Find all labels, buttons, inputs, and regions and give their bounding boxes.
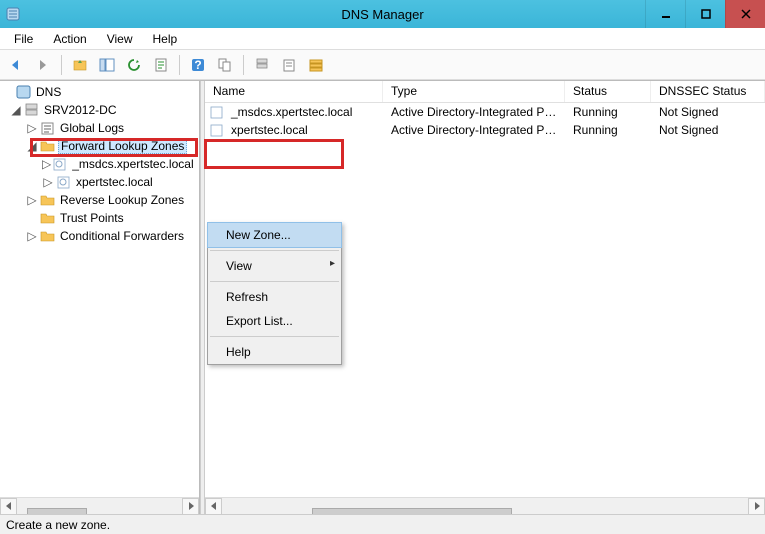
refresh-button[interactable]	[122, 53, 146, 77]
tree-label: Trust Points	[58, 211, 126, 225]
context-new-zone[interactable]: New Zone...	[207, 222, 342, 248]
toolbar: ?	[0, 50, 765, 80]
tree-label: DNS	[34, 85, 63, 99]
cell-name: xpertstec.local	[223, 122, 383, 138]
tree-conditional-forwarders[interactable]: ▷ Conditional Forwarders	[0, 227, 199, 245]
svg-text:?: ?	[194, 58, 201, 72]
cell-dnssec: Not Signed	[651, 122, 765, 138]
tree-server[interactable]: ◢ SRV2012-DC	[0, 101, 199, 119]
cell-status: Running	[565, 104, 651, 120]
cell-dnssec: Not Signed	[651, 104, 765, 120]
scroll-right-icon[interactable]	[748, 498, 765, 515]
tree-forward-lookup[interactable]: ◢ Forward Lookup Zones	[0, 137, 199, 155]
folder-icon	[39, 193, 55, 208]
context-export[interactable]: Export List...	[208, 309, 341, 333]
zone-icon	[55, 175, 71, 190]
toolbar-separator	[179, 55, 180, 75]
expand-icon[interactable]: ◢	[10, 103, 22, 117]
back-button[interactable]	[4, 53, 28, 77]
list-header: Name Type Status DNSSEC Status	[205, 81, 765, 103]
toolbar-separator	[243, 55, 244, 75]
titlebar: DNS Manager	[0, 0, 765, 28]
forward-button[interactable]	[31, 53, 55, 77]
expand-icon[interactable]: ▷	[42, 157, 51, 171]
context-separator	[210, 281, 339, 282]
collapse-icon[interactable]: ◢	[26, 139, 38, 153]
logs-icon	[39, 121, 55, 136]
status-text: Create a new zone.	[6, 518, 110, 532]
expand-icon[interactable]: ▷	[42, 175, 54, 189]
menu-view[interactable]: View	[97, 30, 143, 48]
col-type[interactable]: Type	[383, 81, 565, 102]
zone-icon	[52, 157, 67, 172]
tree[interactable]: ▸ DNS ◢ SRV2012-DC ▷ Global Logs ◢	[0, 81, 199, 497]
scroll-right-icon[interactable]	[182, 498, 199, 515]
context-separator	[210, 250, 339, 251]
filter-button[interactable]	[304, 53, 328, 77]
tree-dns-root[interactable]: ▸ DNS	[0, 83, 199, 101]
tree-msdcs-zone[interactable]: ▷ _msdcs.xpertstec.local	[0, 155, 199, 173]
context-menu: New Zone... View Refresh Export List... …	[207, 222, 342, 365]
tree-pane: ▸ DNS ◢ SRV2012-DC ▷ Global Logs ◢	[0, 81, 200, 514]
menu-file[interactable]: File	[4, 30, 43, 48]
list-row[interactable]: _msdcs.xpertstec.local Active Directory-…	[205, 103, 765, 121]
expand-icon[interactable]: ▷	[26, 229, 38, 243]
context-refresh[interactable]: Refresh	[208, 285, 341, 309]
tree-global-logs[interactable]: ▷ Global Logs	[0, 119, 199, 137]
tree-reverse-lookup[interactable]: ▷ Reverse Lookup Zones	[0, 191, 199, 209]
window-title: DNS Manager	[0, 7, 765, 22]
list-row[interactable]: xpertstec.local Active Directory-Integra…	[205, 121, 765, 139]
server-icon	[23, 103, 39, 118]
folder-open-icon	[39, 139, 55, 154]
tree-label: _msdcs.xpertstec.local	[70, 157, 195, 171]
help-button[interactable]: ?	[186, 53, 210, 77]
cell-type: Active Directory-Integrated Pr...	[383, 122, 565, 138]
tree-xperts-zone[interactable]: ▷ xpertstec.local	[0, 173, 199, 191]
up-button[interactable]	[68, 53, 92, 77]
scroll-left-icon[interactable]	[0, 498, 17, 515]
tree-label: Forward Lookup Zones	[58, 138, 187, 154]
show-hide-tree-button[interactable]	[95, 53, 119, 77]
export-button[interactable]	[149, 53, 173, 77]
scroll-thumb[interactable]	[312, 508, 512, 514]
app-window: DNS Manager File Action View Help ?	[0, 0, 765, 534]
list-scrollbar[interactable]	[205, 497, 765, 514]
new-zone-button[interactable]	[277, 53, 301, 77]
content-area: ▸ DNS ◢ SRV2012-DC ▷ Global Logs ◢	[0, 80, 765, 514]
tree-scrollbar[interactable]	[0, 497, 199, 514]
tree-label: Conditional Forwarders	[58, 229, 186, 243]
folder-icon	[39, 229, 55, 244]
col-name[interactable]: Name	[205, 81, 383, 102]
menu-action[interactable]: Action	[43, 30, 96, 48]
tree-label: SRV2012-DC	[42, 103, 118, 117]
tree-label: Reverse Lookup Zones	[58, 193, 186, 207]
expand-icon[interactable]: ▷	[26, 121, 38, 135]
tree-trust-points[interactable]: ▷ Trust Points	[0, 209, 199, 227]
tree-label: Global Logs	[58, 121, 126, 135]
dns-icon	[15, 85, 31, 100]
col-status[interactable]: Status	[565, 81, 651, 102]
properties-button[interactable]	[213, 53, 237, 77]
cell-name: _msdcs.xpertstec.local	[223, 104, 383, 120]
menu-help[interactable]: Help	[143, 30, 188, 48]
cell-type: Active Directory-Integrated Pr...	[383, 104, 565, 120]
col-dnssec[interactable]: DNSSEC Status	[651, 81, 765, 102]
expand-icon[interactable]: ▷	[26, 193, 38, 207]
statusbar: Create a new zone.	[0, 514, 765, 534]
context-help[interactable]: Help	[208, 340, 341, 364]
zone-icon	[205, 105, 223, 119]
menubar: File Action View Help	[0, 28, 765, 50]
zone-icon	[205, 123, 223, 137]
folder-icon	[39, 211, 55, 226]
toolbar-separator	[61, 55, 62, 75]
server-button[interactable]	[250, 53, 274, 77]
context-view[interactable]: View	[208, 254, 341, 278]
scroll-left-icon[interactable]	[205, 498, 222, 515]
tree-label: xpertstec.local	[74, 175, 155, 189]
cell-status: Running	[565, 122, 651, 138]
scroll-thumb[interactable]	[27, 508, 87, 514]
context-separator	[210, 336, 339, 337]
